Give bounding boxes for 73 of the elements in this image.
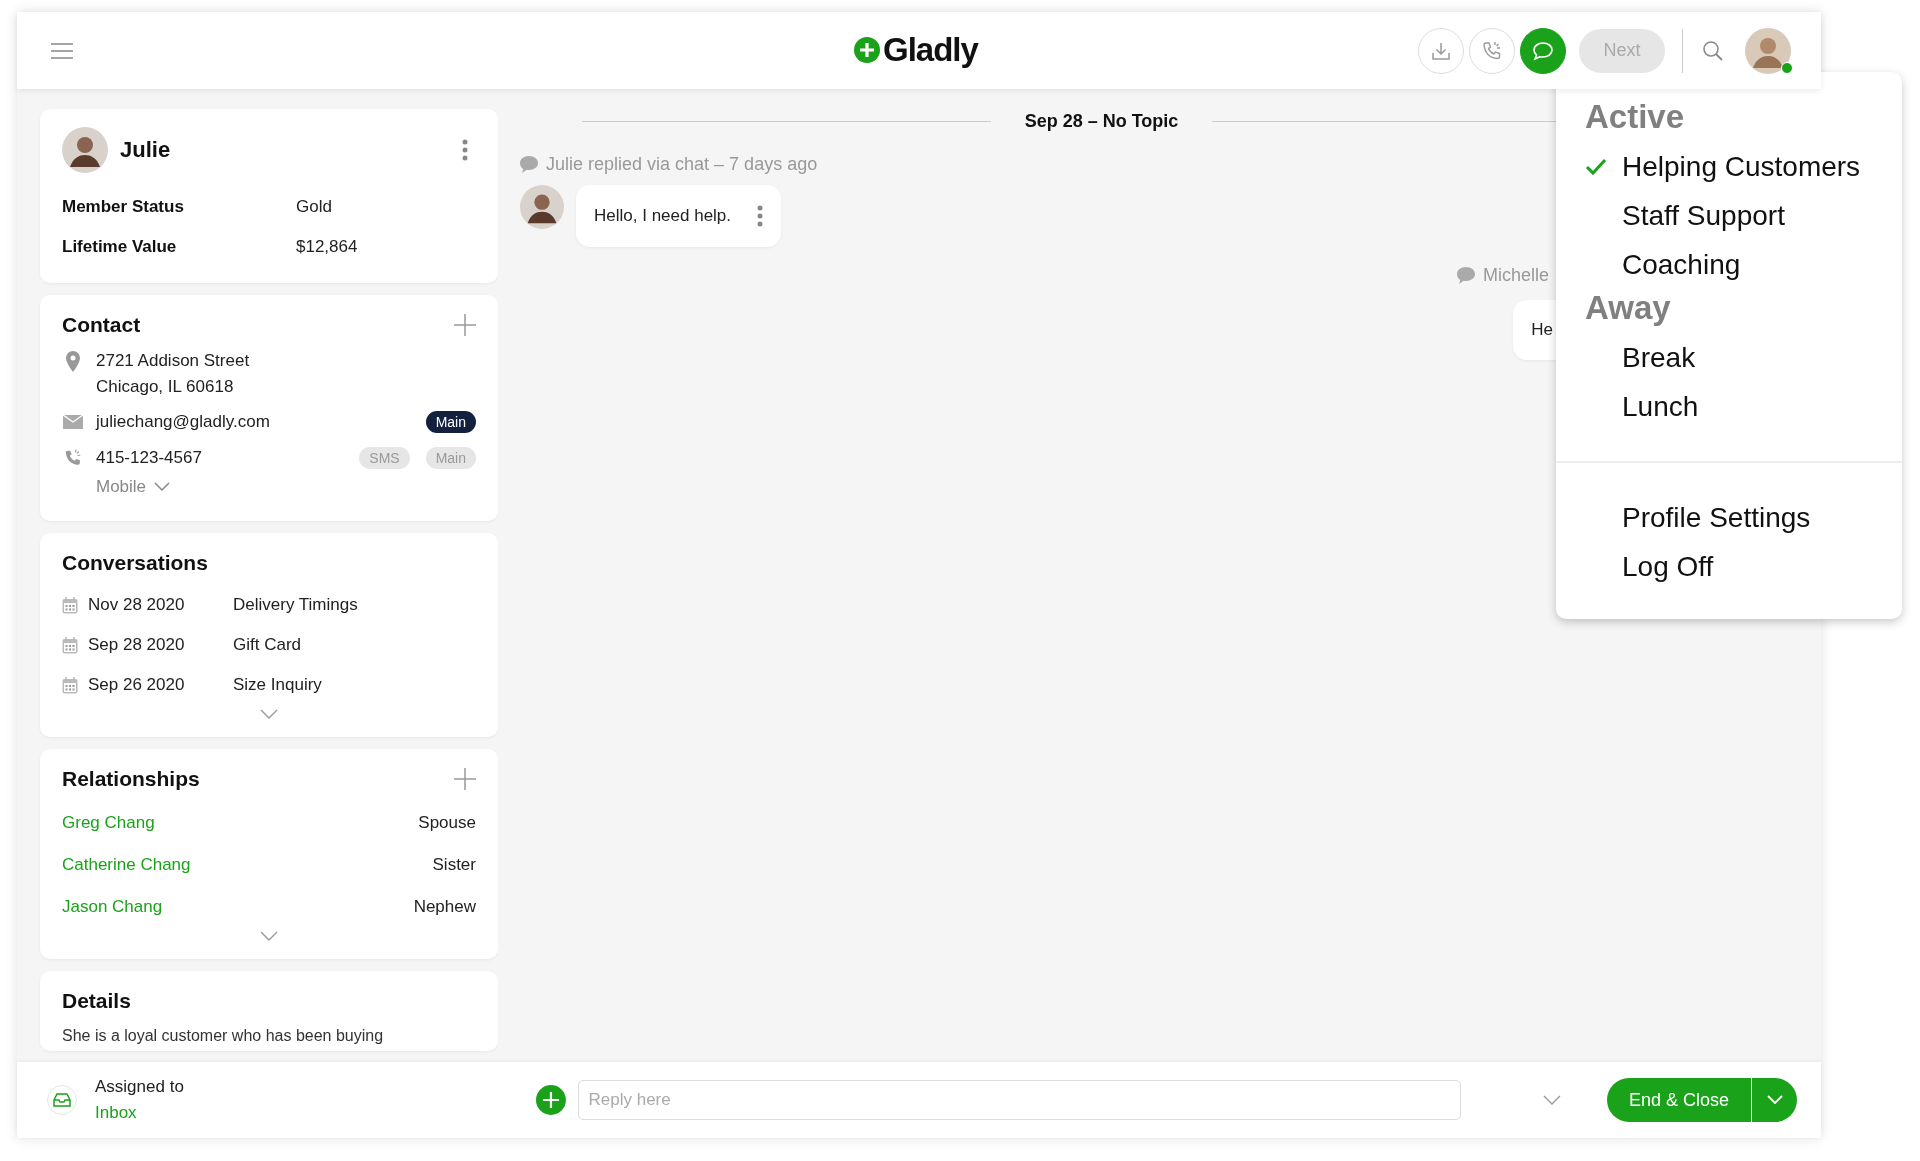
menu-icon[interactable] xyxy=(51,42,73,59)
avatar-icon xyxy=(62,127,108,173)
card-title: Conversations xyxy=(62,551,209,575)
chat-button[interactable] xyxy=(1520,27,1566,74)
field-label: Member Status xyxy=(62,197,185,217)
relation-type: Nephew xyxy=(413,897,476,917)
message-text: He xyxy=(1531,320,1553,340)
more-icon[interactable] xyxy=(757,205,764,227)
address-line: Chicago, IL 60618 xyxy=(96,377,235,397)
card-title: Details xyxy=(62,989,132,1013)
add-icon[interactable] xyxy=(454,768,476,790)
message-meta: Julie replied via chat – 7 days ago xyxy=(546,154,818,175)
phone-icon xyxy=(1481,39,1503,62)
tag: Main xyxy=(425,411,476,433)
status-option[interactable]: Helping Customers xyxy=(1556,142,1902,191)
card-title: Contact xyxy=(62,313,141,337)
inbox-icon xyxy=(47,1085,77,1115)
add-circle-icon[interactable] xyxy=(535,1085,566,1115)
message-text: Hello, I need help. xyxy=(594,206,732,226)
chevron-down-icon xyxy=(1766,1095,1783,1105)
calendar-icon xyxy=(62,636,78,654)
field-label: Lifetime Value xyxy=(62,237,178,257)
message-meta: Michelle xyxy=(1482,265,1549,286)
menu-item[interactable]: Profile Settings xyxy=(1556,493,1902,542)
dropdown-chevron-icon[interactable] xyxy=(1543,1095,1561,1105)
menu-section-heading: Active xyxy=(1584,98,1686,136)
conversation-date[interactable]: Sep 26 2020 xyxy=(88,675,233,695)
relation-type: Sister xyxy=(432,855,476,875)
add-icon[interactable] xyxy=(454,314,476,336)
relation-type: Spouse xyxy=(418,813,476,833)
status-option[interactable]: Lunch xyxy=(1556,382,1902,431)
status-option[interactable]: Coaching xyxy=(1556,240,1902,289)
phone-button[interactable] xyxy=(1469,27,1515,74)
tag: SMS xyxy=(359,447,410,469)
logo-plus-icon xyxy=(854,37,880,63)
more-icon[interactable] xyxy=(462,139,468,161)
customer-name: Julie xyxy=(120,137,171,163)
menu-section-heading: Away xyxy=(1584,289,1672,327)
email-address: juliechang@gladly.com xyxy=(96,412,271,432)
address-line: 2721 Addison Street xyxy=(96,351,250,371)
reply-field[interactable]: Reply here xyxy=(577,1080,1461,1120)
assigned-label: Assigned to xyxy=(95,1077,184,1097)
status-option[interactable]: Staff Support xyxy=(1556,191,1902,240)
phone-type-dropdown[interactable]: Mobile xyxy=(96,477,171,497)
chevron-down-icon xyxy=(154,482,171,492)
menu-item[interactable]: Log Off xyxy=(1556,542,1902,591)
details-text: She is a loyal customer who has been buying xyxy=(62,1027,385,1045)
expand-chevron-icon[interactable] xyxy=(260,709,278,719)
phone-number: 415-123-4567 xyxy=(96,448,203,468)
chat-bubble-icon xyxy=(520,156,538,173)
conversation-date[interactable]: Nov 28 2020 xyxy=(88,595,233,615)
conversation-topic[interactable]: Gift Card xyxy=(233,635,302,655)
mail-icon xyxy=(62,415,84,429)
avatar-icon xyxy=(520,185,564,229)
conversation-topic-heading: Sep 28 – No Topic xyxy=(1024,111,1179,132)
conversation-topic[interactable]: Size Inquiry xyxy=(233,675,322,695)
end-options-button[interactable] xyxy=(1751,1078,1797,1122)
tag: Main xyxy=(425,447,476,469)
conversation-date[interactable]: Sep 28 2020 xyxy=(88,635,233,655)
field-value: Gold xyxy=(296,197,332,217)
card-title: Relationships xyxy=(62,767,200,791)
chat-bubble-icon xyxy=(1456,267,1475,284)
calendar-icon xyxy=(62,596,78,614)
conversation-topic[interactable]: Delivery Timings xyxy=(233,595,358,615)
user-avatar[interactable] xyxy=(1745,27,1791,74)
logo-text: Gladly xyxy=(883,31,978,69)
field-value: $12,864 xyxy=(296,237,358,257)
expand-chevron-icon[interactable] xyxy=(260,931,278,941)
status-option[interactable]: Break xyxy=(1556,333,1902,382)
calendar-icon xyxy=(62,676,78,694)
chat-icon xyxy=(1531,39,1555,62)
search-icon[interactable] xyxy=(1702,39,1724,62)
download-button[interactable] xyxy=(1418,27,1464,74)
